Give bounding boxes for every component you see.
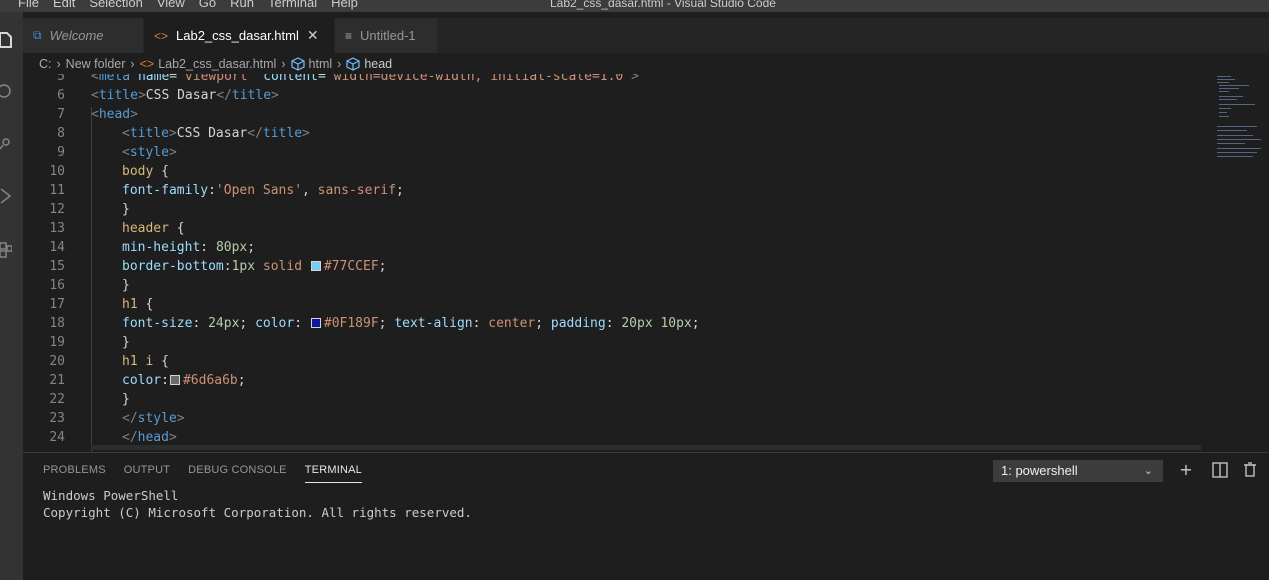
terminal-line: Windows PowerShell bbox=[43, 488, 179, 503]
close-icon[interactable]: ✕ bbox=[307, 27, 319, 44]
code-line: min-height: 80px; bbox=[122, 240, 256, 255]
title-bar: File Edit Selection View Go Run Terminal… bbox=[0, 0, 1269, 12]
line-number: 21 bbox=[49, 373, 65, 388]
line-number: 5 bbox=[57, 74, 65, 84]
source-control-icon[interactable] bbox=[0, 134, 12, 152]
code-line: } bbox=[122, 335, 130, 350]
tab-terminal[interactable]: TERMINAL bbox=[304, 464, 362, 483]
tab-label: Welcome bbox=[49, 28, 104, 43]
chevron-right-icon: › bbox=[56, 56, 61, 71]
run-debug-icon[interactable] bbox=[0, 187, 12, 205]
code-line: </style> bbox=[122, 411, 185, 426]
tab-lab2-css-dasar[interactable]: <> Lab2_css_dasar.html ✕ bbox=[144, 18, 334, 53]
html-file-icon: <> bbox=[154, 28, 169, 43]
chevron-right-icon: › bbox=[281, 56, 286, 71]
line-number: 12 bbox=[49, 202, 65, 217]
chevron-right-icon: › bbox=[337, 56, 342, 71]
line-number: 14 bbox=[49, 240, 65, 255]
line-number: 13 bbox=[49, 221, 65, 236]
trash-icon[interactable] bbox=[1241, 460, 1259, 480]
search-icon[interactable] bbox=[0, 82, 12, 100]
html-file-icon: <> bbox=[139, 56, 155, 71]
tab-welcome[interactable]: ⧉ Welcome bbox=[23, 18, 143, 53]
chevron-right-icon: › bbox=[130, 56, 135, 71]
cube-symbol-icon bbox=[290, 56, 305, 71]
menu-run[interactable]: Run bbox=[230, 0, 254, 11]
editor-tabs: ⧉ Welcome <> Lab2_css_dasar.html ✕ ≡ Unt… bbox=[23, 18, 1269, 53]
line-number: 7 bbox=[57, 107, 65, 122]
line-number: 11 bbox=[49, 183, 65, 198]
breadcrumb-html[interactable]: html bbox=[309, 57, 333, 71]
code-line: <title>CSS Dasar</title> bbox=[91, 88, 279, 103]
code-line: h1 i { bbox=[122, 354, 169, 369]
breadcrumb-drive[interactable]: C: bbox=[39, 57, 52, 71]
breadcrumb-folder[interactable]: New folder bbox=[66, 57, 126, 71]
code-line: body { bbox=[122, 164, 169, 179]
menu-bar: File Edit Selection View Go Run Terminal… bbox=[18, 0, 372, 11]
menu-terminal[interactable]: Terminal bbox=[268, 0, 317, 11]
line-number: 23 bbox=[49, 411, 65, 426]
bottom-panel: PROBLEMS OUTPUT DEBUG CONSOLE TERMINAL 1… bbox=[23, 452, 1269, 580]
line-number: 22 bbox=[49, 392, 65, 407]
code-line: header { bbox=[122, 221, 185, 236]
tab-untitled-1[interactable]: ≡ Untitled-1 bbox=[335, 18, 437, 53]
cube-symbol-icon bbox=[346, 56, 360, 71]
line-number: 19 bbox=[49, 335, 65, 350]
activity-bar bbox=[0, 12, 23, 580]
file-lines-icon: ≡ bbox=[345, 28, 353, 43]
menu-help[interactable]: Help bbox=[331, 0, 358, 11]
line-number: 9 bbox=[57, 145, 65, 160]
code-line: } bbox=[122, 392, 130, 407]
line-number: 20 bbox=[49, 354, 65, 369]
code-line: font-size: 24px; color: #0F189F; text-al… bbox=[122, 316, 700, 331]
minimap[interactable] bbox=[1207, 74, 1269, 452]
breadcrumb: C: › New folder › <> Lab2_css_dasar.html… bbox=[23, 53, 1269, 74]
line-number: 8 bbox=[57, 126, 65, 141]
vscode-logo-icon: ⧉ bbox=[33, 28, 42, 42]
line-number: 10 bbox=[49, 164, 65, 179]
plus-icon[interactable]: + bbox=[1177, 460, 1195, 480]
breadcrumb-head[interactable]: head bbox=[364, 57, 392, 71]
code-line: color: #6d6a6b; bbox=[122, 373, 246, 388]
window-title: Lab2_css_dasar.html - Visual Studio Code bbox=[550, 0, 776, 10]
code-editor[interactable]: 5 6 7 8 9 10 11 12 13 14 15 16 17 18 19 … bbox=[23, 74, 1207, 452]
terminal-select[interactable]: 1: powershell ⌄ bbox=[993, 460, 1163, 482]
code-line: border-bottom:1px solid #77CCEF; bbox=[122, 259, 387, 274]
line-number: 24 bbox=[49, 430, 65, 445]
code-line: } bbox=[122, 278, 130, 293]
menu-file[interactable]: File bbox=[18, 0, 39, 11]
line-number: 17 bbox=[49, 297, 65, 312]
tab-output[interactable]: OUTPUT bbox=[124, 464, 170, 483]
code-line: <style> bbox=[122, 145, 177, 160]
breadcrumb-file[interactable]: Lab2_css_dasar.html bbox=[158, 57, 276, 71]
chevron-down-icon: ⌄ bbox=[1143, 465, 1153, 477]
line-number: 18 bbox=[49, 316, 65, 331]
horizontal-scrollbar[interactable] bbox=[91, 445, 1201, 450]
split-icon[interactable] bbox=[1211, 460, 1229, 480]
line-number: 16 bbox=[49, 278, 65, 293]
tab-problems[interactable]: PROBLEMS bbox=[43, 464, 106, 483]
menu-edit[interactable]: Edit bbox=[53, 0, 75, 11]
code-line: font-family:'Open Sans', sans-serif; bbox=[122, 183, 404, 198]
code-line: <meta name="viewport" content="width=dev… bbox=[91, 74, 639, 84]
tab-label: Untitled-1 bbox=[360, 28, 416, 43]
code-line: } bbox=[122, 202, 130, 217]
indent-guide bbox=[91, 107, 92, 452]
tab-debug-console[interactable]: DEBUG CONSOLE bbox=[188, 464, 287, 483]
explorer-icon[interactable] bbox=[0, 30, 12, 48]
menu-view[interactable]: View bbox=[157, 0, 185, 11]
menu-selection[interactable]: Selection bbox=[89, 0, 142, 11]
code-line: <head> bbox=[91, 107, 138, 122]
terminal-line: Copyright (C) Microsoft Corporation. All… bbox=[43, 505, 472, 520]
terminal-select-value: 1: powershell bbox=[1001, 463, 1078, 478]
extensions-icon[interactable] bbox=[0, 240, 12, 258]
panel-tabs: PROBLEMS OUTPUT DEBUG CONSOLE TERMINAL bbox=[43, 464, 380, 483]
menu-go[interactable]: Go bbox=[199, 0, 216, 11]
tab-label: Lab2_css_dasar.html bbox=[176, 28, 299, 43]
code-line: h1 { bbox=[122, 297, 154, 312]
code-line: <title>CSS Dasar</title> bbox=[122, 126, 310, 141]
line-number: 6 bbox=[57, 88, 65, 103]
line-number: 15 bbox=[49, 259, 65, 274]
